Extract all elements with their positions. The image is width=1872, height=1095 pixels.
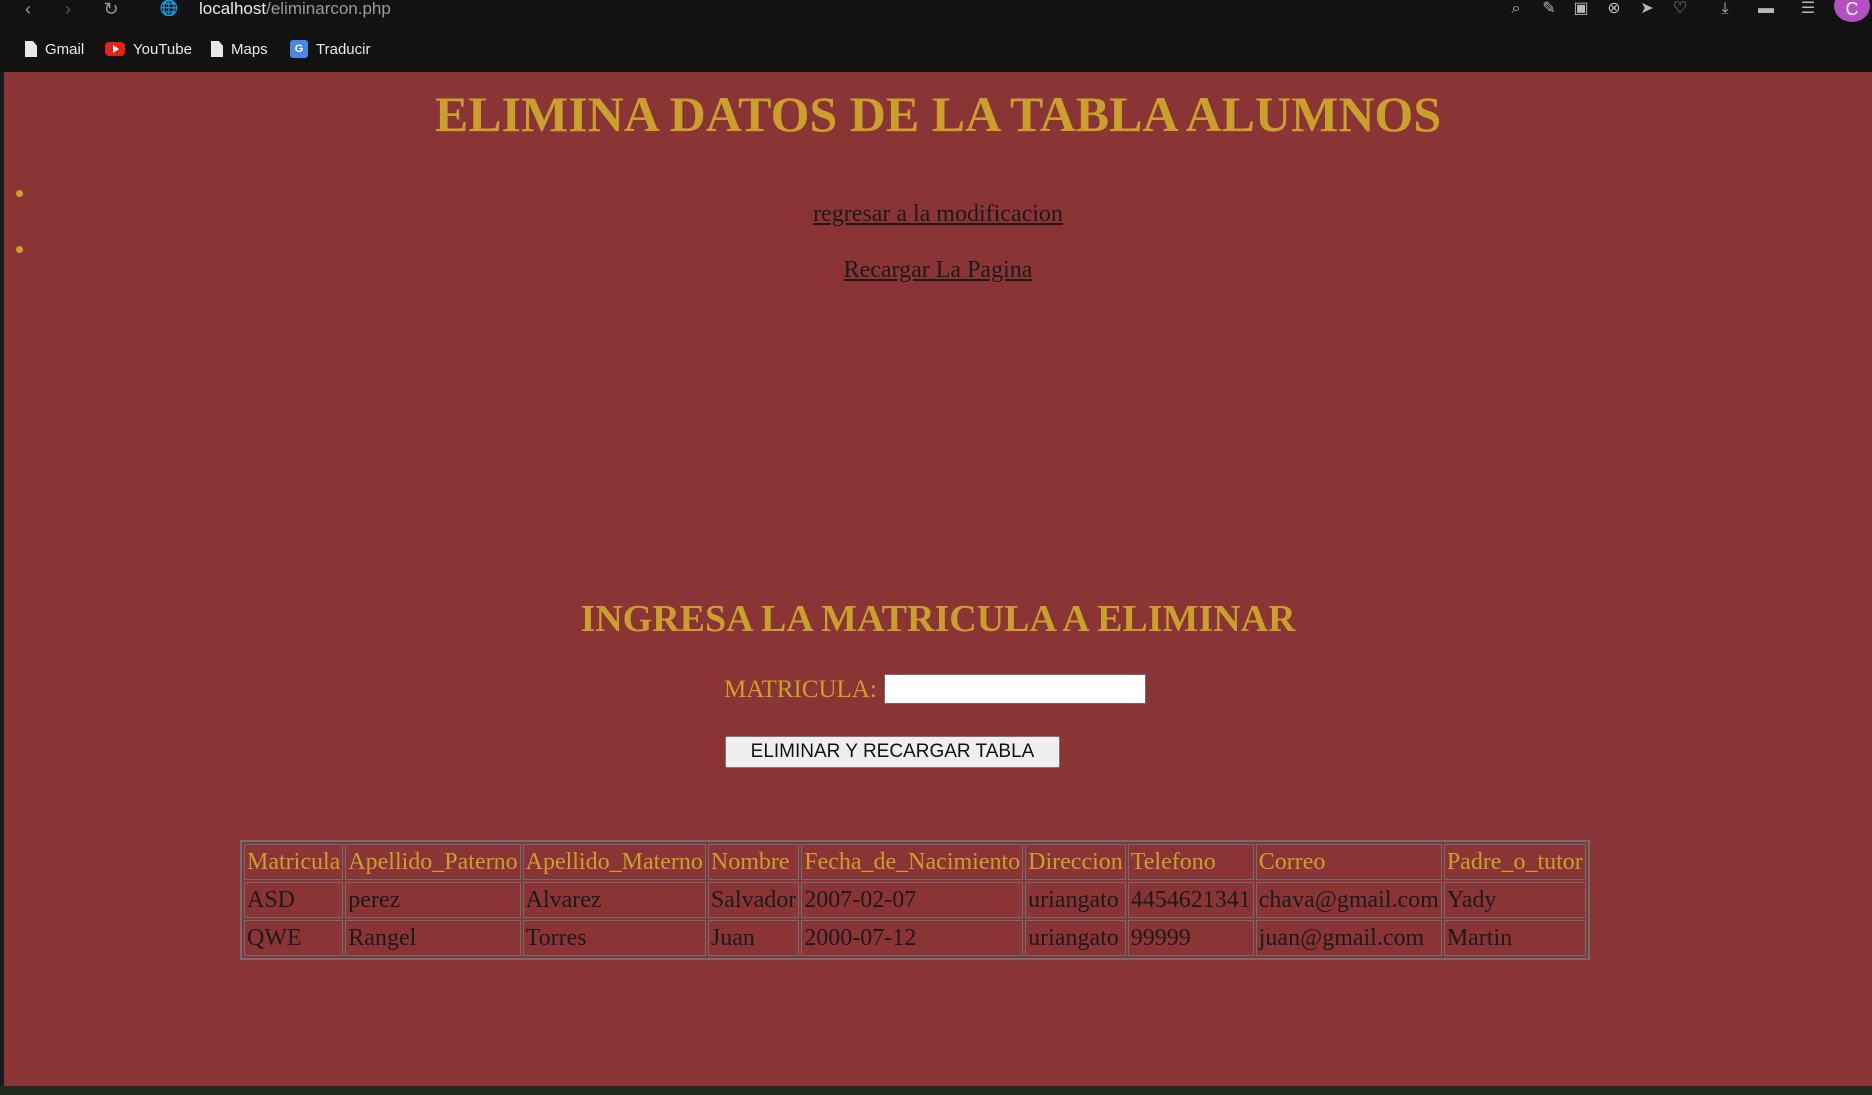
table-row: QWE Rangel Torres Juan 2000-07-12 uriang… [244, 920, 1586, 956]
bookmark-gmail[interactable]: Gmail [25, 36, 84, 62]
forward-icon[interactable]: › [58, 0, 78, 20]
column-header-matricula: Matricula [244, 844, 344, 880]
browser-chrome: ‹ › ↻ 🌐 localhost/eliminarcon.php ⌕ ✎ ▣ … [0, 0, 1872, 72]
url-host: localhost [199, 0, 267, 18]
address-bar[interactable]: localhost/eliminarcon.php [199, 0, 391, 18]
table-cell: ASD [244, 882, 344, 918]
camera-icon[interactable]: ▣ [1570, 0, 1592, 20]
bookmarks-bar: Gmail YouTube Maps G Traducir [0, 36, 1872, 62]
taskbar-strip [0, 1086, 1872, 1095]
bullet-icon [16, 190, 23, 197]
nav-links-list: regresar a la modificacion Recargar La P… [4, 180, 1872, 292]
form-heading: INGRESA LA MATRICULA A ELIMINAR [580, 598, 1296, 640]
bookmark-label: Maps [231, 40, 268, 58]
column-header-apellido-paterno: Apellido_Paterno [345, 844, 521, 880]
matricula-input[interactable] [884, 674, 1146, 704]
table-cell: perez [345, 882, 521, 918]
table-cell: QWE [244, 920, 344, 956]
heart-icon[interactable]: ♡ [1669, 0, 1691, 20]
table-cell: Yady [1443, 882, 1586, 918]
url-path: /eliminarcon.php [266, 0, 391, 18]
matricula-label: MATRICULA: [724, 676, 877, 703]
translate-icon: G [290, 40, 308, 58]
address-bar-row: ‹ › ↻ 🌐 localhost/eliminarcon.php ⌕ ✎ ▣ … [0, 0, 1872, 22]
table-header-row: Matricula Apellido_Paterno Apellido_Mate… [244, 844, 1586, 880]
table-cell: uriangato [1025, 920, 1126, 956]
battery-icon[interactable]: ▬ [1755, 0, 1777, 20]
column-header-direccion: Direccion [1025, 844, 1126, 880]
list-item: regresar a la modificacion [4, 180, 1872, 236]
table-cell: 2007-02-07 [801, 882, 1024, 918]
table-cell: uriangato [1025, 882, 1126, 918]
students-table: Matricula Apellido_Paterno Apellido_Mate… [240, 840, 1590, 960]
bookmark-youtube[interactable]: YouTube [105, 36, 192, 62]
table-row: ASD perez Alvarez Salvador 2007-02-07 ur… [244, 882, 1586, 918]
table-cell: Alvarez [522, 882, 706, 918]
table-cell: Salvador [707, 882, 800, 918]
table-cell: 4454621341 [1127, 882, 1254, 918]
column-header-correo: Correo [1255, 844, 1442, 880]
bookmark-maps[interactable]: Maps [211, 36, 268, 62]
bookmark-traducir[interactable]: G Traducir [290, 36, 370, 62]
table-cell: Torres [522, 920, 706, 956]
reload-icon[interactable]: ↻ [100, 0, 122, 20]
table-cell: chava@gmail.com [1255, 882, 1442, 918]
send-icon[interactable]: ➤ [1636, 0, 1658, 20]
bookmark-label: Traducir [316, 40, 371, 58]
back-icon[interactable]: ‹ [18, 0, 38, 20]
file-icon [25, 41, 37, 57]
block-icon[interactable]: ⊗ [1603, 0, 1625, 20]
bullet-icon [16, 246, 23, 253]
column-header-fecha-nacimiento: Fecha_de_Nacimiento [801, 844, 1024, 880]
table-cell: 99999 [1127, 920, 1254, 956]
settings-sliders-icon[interactable]: ☰ [1797, 0, 1819, 20]
bookmark-label: YouTube [133, 40, 192, 58]
table-cell: Juan [707, 920, 800, 956]
table-cell: juan@gmail.com [1255, 920, 1442, 956]
column-header-padre-tutor: Padre_o_tutor [1443, 844, 1586, 880]
youtube-icon [105, 42, 125, 56]
table-cell: Rangel [345, 920, 521, 956]
site-info-icon[interactable]: 🌐 [158, 0, 180, 20]
edit-icon[interactable]: ✎ [1538, 0, 1560, 20]
zoom-icon[interactable]: ⌕ [1505, 0, 1527, 20]
page-content: ELIMINA DATOS DE LA TABLA ALUMNOS regres… [4, 72, 1872, 1086]
reload-page-link[interactable]: Recargar La Pagina [844, 257, 1033, 283]
column-header-apellido-materno: Apellido_Materno [522, 844, 706, 880]
bookmark-label: Gmail [45, 40, 85, 58]
back-to-modify-link[interactable]: regresar a la modificacion [813, 201, 1063, 227]
delete-and-reload-button[interactable]: ELIMINAR Y RECARGAR TABLA [725, 736, 1060, 768]
table-cell: Martin [1443, 920, 1586, 956]
column-header-nombre: Nombre [707, 844, 800, 880]
profile-avatar[interactable]: C [1834, 0, 1870, 22]
list-item: Recargar La Pagina [4, 236, 1872, 292]
table-cell: 2000-07-12 [801, 920, 1024, 956]
download-icon[interactable]: ⤓ [1714, 0, 1736, 20]
page-title: ELIMINA DATOS DE LA TABLA ALUMNOS [434, 86, 1442, 142]
file-icon [211, 41, 223, 57]
column-header-telefono: Telefono [1127, 844, 1254, 880]
